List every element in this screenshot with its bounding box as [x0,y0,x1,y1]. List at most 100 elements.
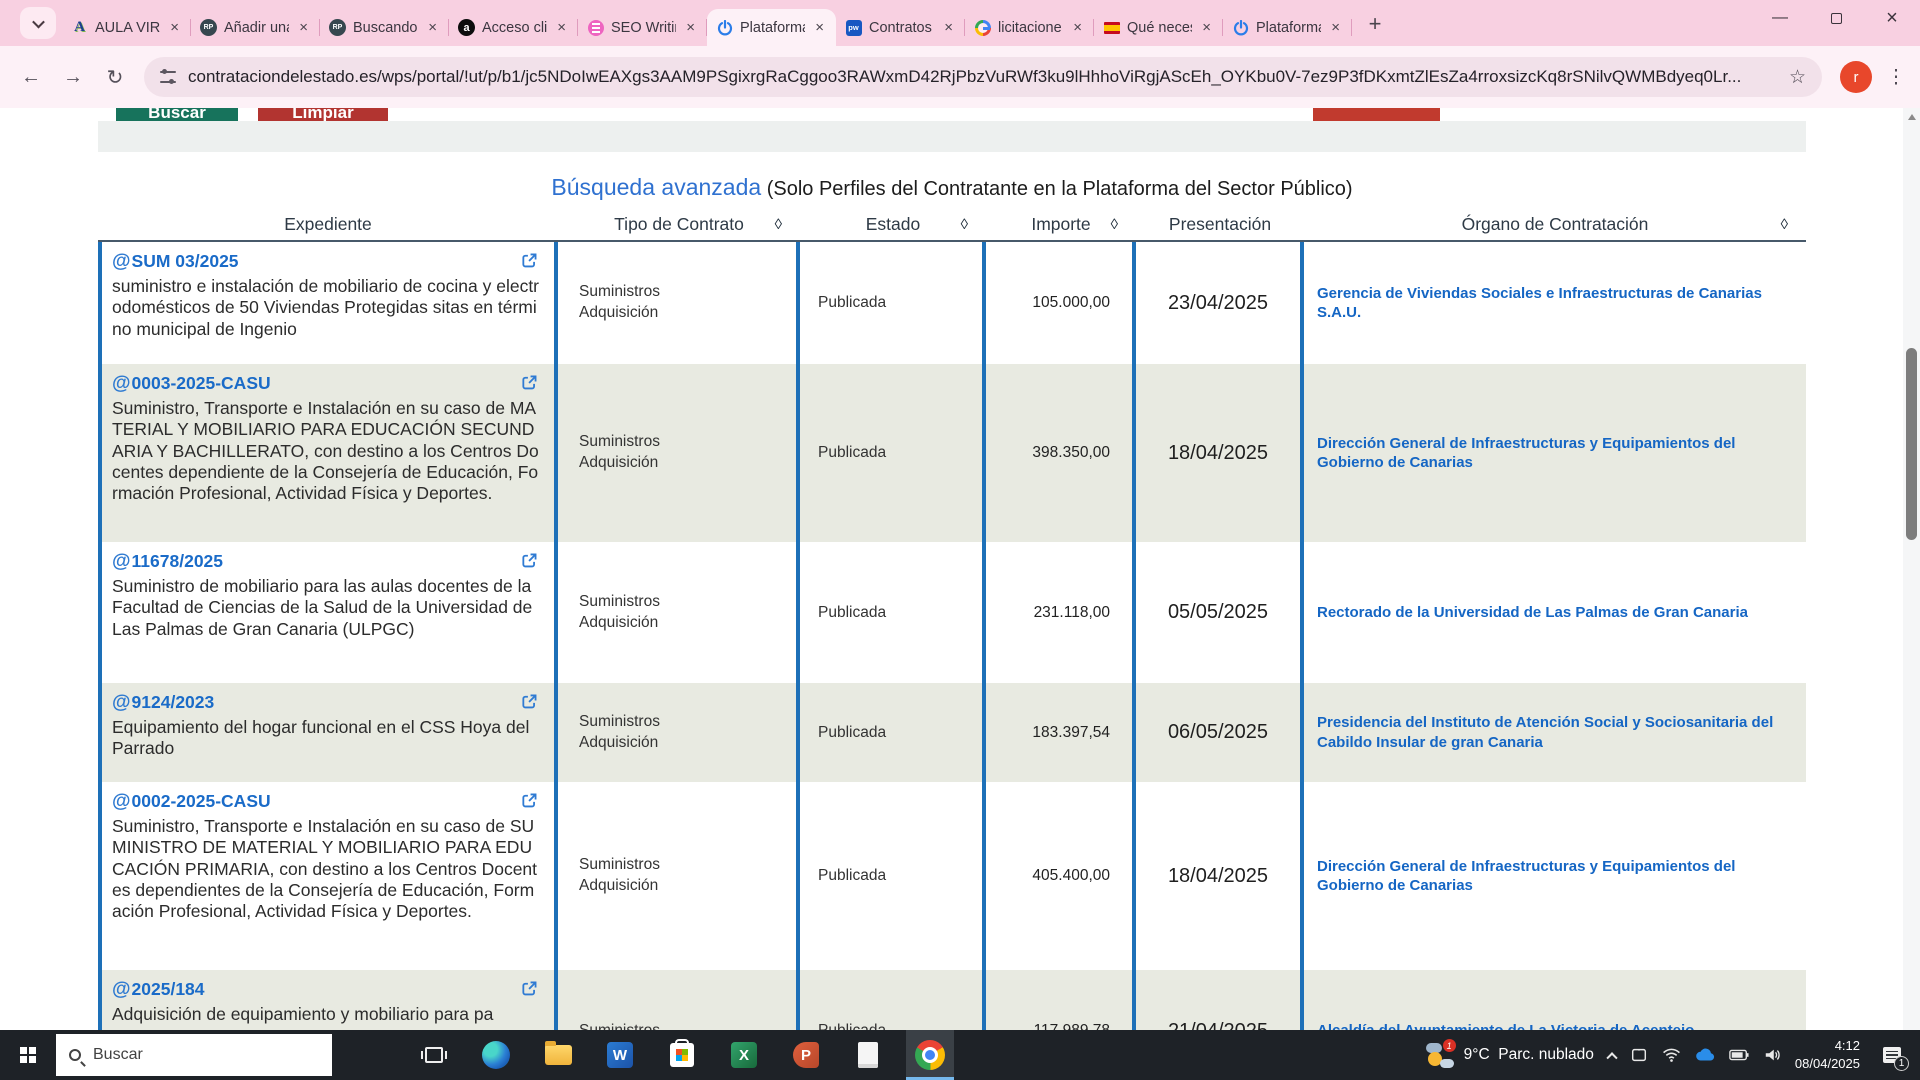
at-icon: @ [112,692,131,713]
tab-licitaciones[interactable]: licitacione × [965,9,1094,46]
start-button[interactable] [0,1030,56,1080]
sort-icon[interactable]: ◊ [775,216,782,233]
external-link-icon[interactable] [521,792,538,814]
wifi-icon[interactable] [1662,1047,1681,1063]
expediente-link[interactable]: @0003-2025-CASU [112,373,271,394]
estado-cell: Publicada [800,970,986,1030]
expediente-link[interactable]: @9124/2023 [112,692,214,713]
tab-title: Contratos [869,19,932,36]
bookmark-star-icon[interactable]: ☆ [1789,66,1806,89]
desktop-screen: A AULA VIRT × RP Añadir una × RP Buscand… [0,0,1920,1080]
estado-cell: Publicada [800,782,986,970]
rp-icon: RP [200,19,217,36]
organo-link[interactable]: Presidencia del Instituto de Atención So… [1317,713,1792,752]
edge-icon [482,1041,510,1069]
word-button[interactable]: W [596,1030,644,1080]
task-view-button[interactable] [410,1030,458,1080]
back-button[interactable]: ← [12,58,50,96]
contract-description: suministro e instalación de mobiliario d… [112,276,540,339]
file-explorer-button[interactable] [534,1030,582,1080]
clock[interactable]: 4:12 08/04/2025 [1795,1037,1860,1072]
close-icon[interactable]: × [1199,19,1214,36]
tab-title: Plataforma [740,19,806,36]
tab-que-necesitas[interactable]: Qué neces × [1094,9,1223,46]
tab-acceso-cliente[interactable]: a Acceso clie × [449,9,578,46]
address-bar[interactable]: contrataciondelestado.es/wps/portal/!ut/… [144,57,1822,97]
notepad-button[interactable] [844,1030,892,1080]
close-icon[interactable]: × [167,19,182,36]
busqueda-avanzada-link[interactable]: Búsqueda avanzada [551,174,761,200]
taskbar-search-box[interactable]: Buscar [56,1034,332,1076]
excel-button[interactable]: X [720,1030,768,1080]
organo-cell: Rectorado de la Universidad de Las Palma… [1304,542,1806,683]
at-icon: @ [112,373,131,394]
new-tab-button[interactable]: + [1360,11,1390,37]
close-icon[interactable]: × [554,19,569,36]
onedrive-icon[interactable] [1695,1048,1715,1062]
tab-plataforma-2[interactable]: Plataforma × [1223,9,1352,46]
reload-button[interactable]: ↻ [96,58,134,96]
tipo-cell: Suministros Adquisición [558,683,800,782]
external-link-icon[interactable] [521,693,538,715]
maximize-button[interactable] [1808,0,1864,36]
close-icon[interactable]: × [941,19,956,36]
organo-link[interactable]: Gerencia de Viviendas Sociales e Infraes… [1317,284,1792,323]
tray-expand-icon[interactable] [1606,1052,1618,1064]
sort-icon[interactable]: ◊ [1781,216,1788,233]
tab-buscando[interactable]: RP Buscando × [320,9,449,46]
battery-icon[interactable] [1729,1049,1749,1061]
spain-flag-icon [1103,21,1120,34]
col-presentacion: Presentación [1168,213,1272,234]
close-icon[interactable]: × [683,19,698,36]
scroll-up-arrow-icon[interactable] [1903,108,1920,126]
tab-seo-writing[interactable]: SEO Writin × [578,9,707,46]
tab-plataforma-active[interactable]: Plataforma × [707,9,836,46]
external-link-icon[interactable] [521,980,538,1002]
organo-link[interactable]: Dirección General de Infraestructuras y … [1317,434,1792,473]
url-text[interactable]: contrataciondelestado.es/wps/portal/!ut/… [188,67,1777,87]
close-icon[interactable]: × [1328,19,1343,36]
weather-widget[interactable]: 1 9°C Parc. nublado [1425,1039,1594,1069]
close-icon[interactable]: × [812,19,827,36]
expediente-link[interactable]: @2025/184 [112,979,205,1000]
divider-band [98,121,1806,152]
organo-link[interactable]: Rectorado de la Universidad de Las Palma… [1317,603,1748,623]
profile-avatar[interactable]: r [1840,61,1872,93]
windows-logo-icon [20,1047,36,1063]
expediente-link[interactable]: @SUM 03/2025 [112,251,239,272]
close-window-button[interactable]: × [1864,0,1920,36]
external-link-icon[interactable] [521,252,538,274]
tab-search-button[interactable] [20,7,56,39]
device-icon[interactable] [1630,1046,1648,1064]
edge-taskbar-button[interactable] [472,1030,520,1080]
browser-menu-icon[interactable]: ⋮ [1884,66,1908,89]
expediente-link[interactable]: @0002-2025-CASU [112,791,271,812]
system-tray: 1 9°C Parc. nublado 4:12 08/04/2025 1 [1425,1030,1920,1080]
site-settings-icon[interactable] [160,69,176,84]
tab-anadir-una[interactable]: RP Añadir una × [191,9,320,46]
sort-icon[interactable]: ◊ [1111,216,1118,233]
at-icon: @ [112,551,131,572]
external-link-icon[interactable] [521,552,538,574]
volume-icon[interactable] [1763,1047,1781,1063]
chrome-button-active[interactable] [906,1030,954,1080]
close-icon[interactable]: × [425,19,440,36]
excel-icon: X [731,1042,757,1068]
forward-button[interactable]: → [54,58,92,96]
sort-icon[interactable]: ◊ [961,216,968,233]
tab-aula-virtual[interactable]: A AULA VIRT × [62,9,191,46]
expediente-link[interactable]: @11678/2025 [112,551,223,572]
external-link-icon[interactable] [521,374,538,396]
microsoft-store-button[interactable] [658,1030,706,1080]
close-icon[interactable]: × [1070,19,1085,36]
close-icon[interactable]: × [296,19,311,36]
powerpoint-button[interactable]: P [782,1030,830,1080]
scrollbar-thumb[interactable] [1906,348,1917,540]
minimize-button[interactable]: — [1752,0,1808,36]
page-scrollbar[interactable] [1903,108,1920,1030]
organo-link[interactable]: Alcaldía del Ayuntamiento de La Victoria… [1317,1021,1694,1030]
action-center-button[interactable]: 1 [1874,1030,1910,1080]
organo-link[interactable]: Dirección General de Infraestructuras y … [1317,857,1792,896]
tab-contratos[interactable]: pw Contratos × [836,9,965,46]
rp-icon: RP [329,19,346,36]
